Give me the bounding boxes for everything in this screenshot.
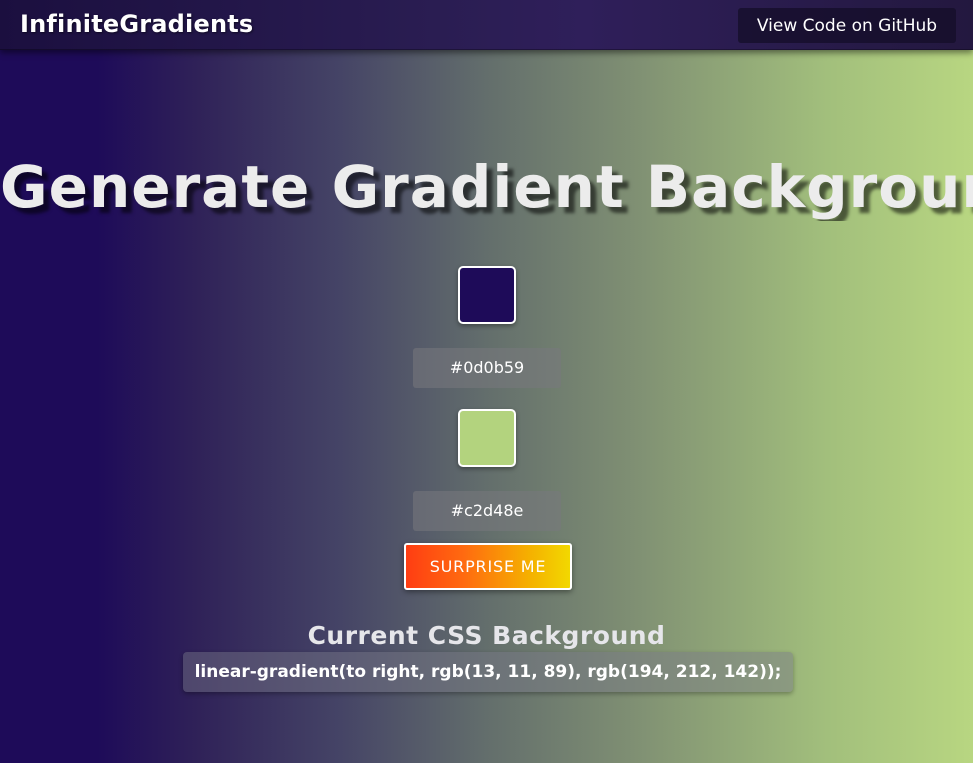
hex-input-second[interactable] bbox=[413, 491, 561, 531]
navbar: InfiniteGradients View Code on GitHub bbox=[0, 0, 973, 50]
color-picker-first[interactable] bbox=[458, 266, 516, 324]
css-output-value[interactable]: linear-gradient(to right, rgb(13, 11, 89… bbox=[183, 652, 793, 692]
surprise-me-button[interactable]: SURPRISE ME bbox=[404, 543, 572, 590]
brand-logo[interactable]: InfiniteGradients bbox=[20, 10, 253, 38]
css-output-heading: Current CSS Background bbox=[307, 621, 666, 650]
hex-input-first[interactable] bbox=[413, 348, 561, 388]
view-code-github-button[interactable]: View Code on GitHub bbox=[738, 8, 956, 43]
color-picker-second[interactable] bbox=[458, 409, 516, 467]
page-title: Generate Gradient Background bbox=[0, 153, 973, 221]
